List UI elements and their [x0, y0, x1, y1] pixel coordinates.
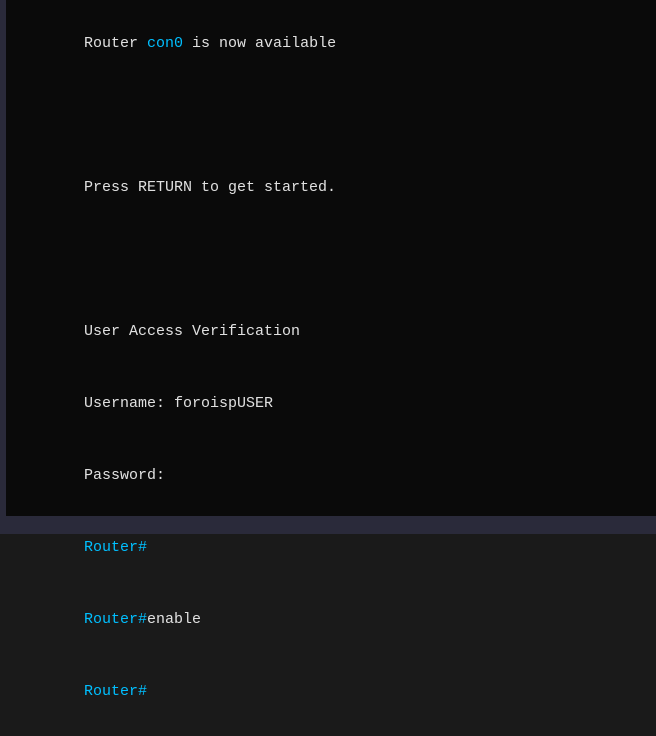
empty-line-5 [30, 248, 648, 272]
terminal-line-username: Username: foroispUSER [30, 368, 648, 440]
empty-line-1 [30, 80, 648, 104]
terminal-line-1: Router con0 is now available [30, 8, 648, 80]
terminal-content[interactable]: Router con0 is now available Press RETUR… [10, 0, 656, 736]
bottom-status-bar [0, 516, 656, 534]
terminal-line-press: Press RETURN to get started. [30, 152, 648, 224]
empty-line-4 [30, 224, 648, 248]
terminal-line-uav: User Access Verification [30, 296, 648, 368]
terminal-line-prompt3: Router# [30, 656, 648, 728]
text-router: Router [84, 35, 147, 52]
text-username: Username: foroispUSER [84, 395, 273, 412]
empty-line-6 [30, 272, 648, 296]
text-user-access: User Access Verification [84, 323, 300, 340]
empty-line-2 [30, 104, 648, 128]
left-border [0, 0, 6, 534]
text-con0: con0 [147, 35, 183, 52]
text-press-return: Press RETURN to get started. [84, 179, 336, 196]
terminal-line-enable: Router#enable [30, 584, 648, 656]
terminal-line-password: Password: [30, 440, 648, 512]
terminal-window: Router con0 is now available Press RETUR… [0, 0, 656, 534]
empty-line-3 [30, 128, 648, 152]
text-prompt2: Router# [84, 611, 147, 628]
text-prompt1: Router# [84, 539, 147, 556]
text-available: is now available [183, 35, 336, 52]
text-enable: enable [147, 611, 201, 628]
text-prompt3: Router# [84, 683, 147, 700]
text-password: Password: [84, 467, 165, 484]
